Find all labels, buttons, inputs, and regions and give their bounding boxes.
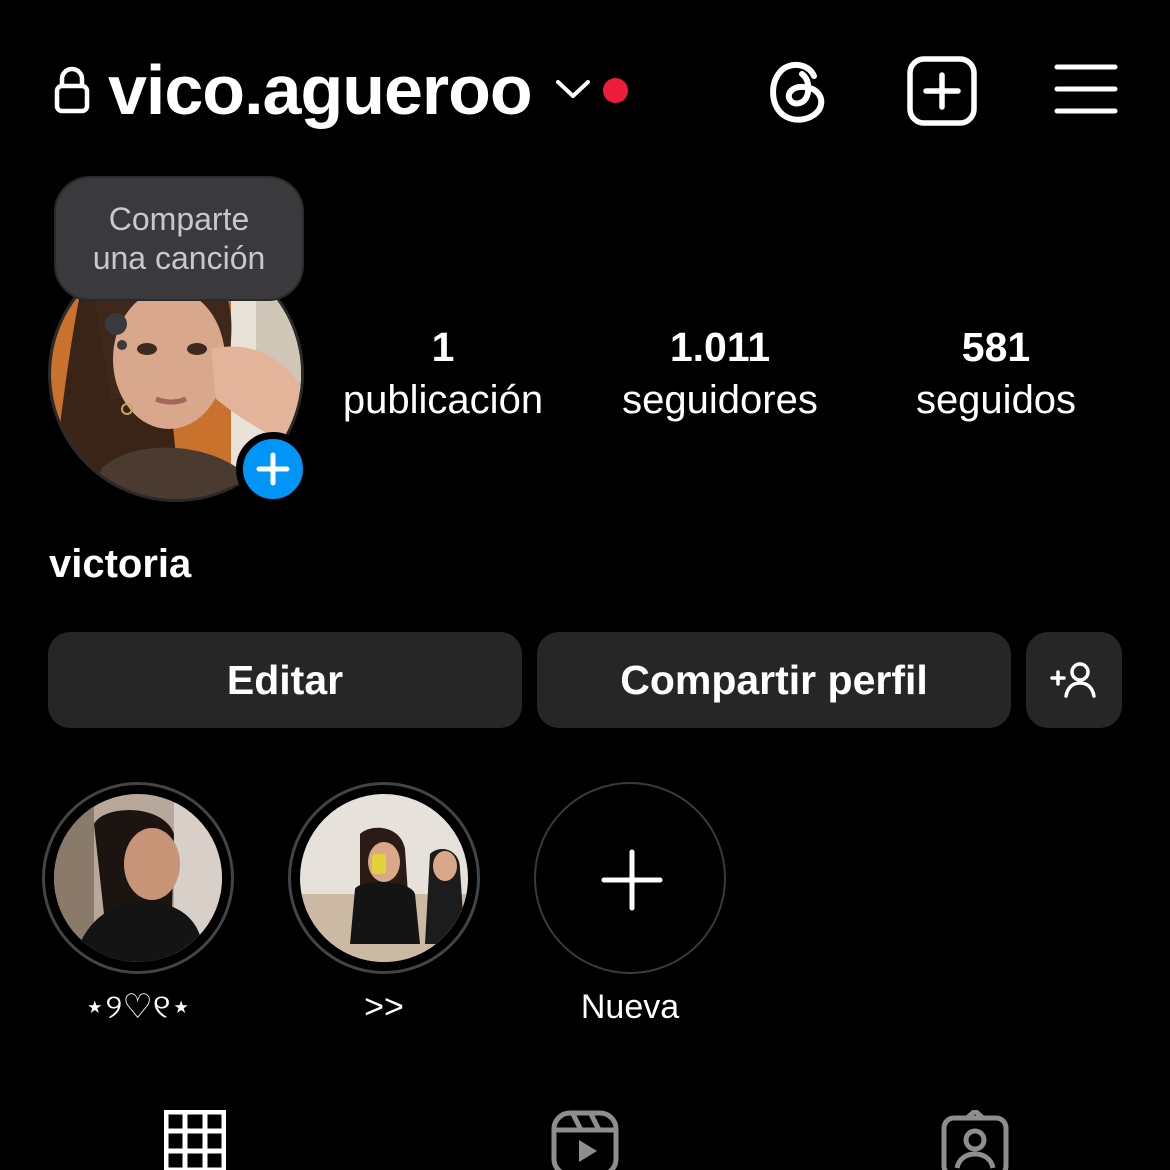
- edit-profile-button[interactable]: Editar: [48, 632, 522, 728]
- highlight-label: ⋆୨♡୧⋆: [84, 988, 192, 1026]
- add-post-icon[interactable]: [906, 55, 978, 127]
- chevron-down-icon[interactable]: [554, 76, 592, 102]
- add-story-button[interactable]: [236, 432, 310, 506]
- followers-count[interactable]: 1.011 seguidores: [580, 324, 860, 426]
- share-song-tooltip[interactable]: Comparte una canción: [54, 176, 304, 301]
- highlight-label: Nueva: [580, 988, 680, 1026]
- plus-icon: [256, 452, 290, 486]
- highlight-cover: [300, 794, 468, 962]
- tooltip-line-2: una canción: [92, 239, 266, 276]
- highlight-item[interactable]: [42, 782, 234, 974]
- threads-icon[interactable]: [764, 54, 830, 124]
- posts-label: publicación: [342, 378, 544, 422]
- discover-people-button[interactable]: [1026, 632, 1122, 728]
- new-highlight-button[interactable]: [534, 782, 726, 974]
- tooltip-tail: [105, 313, 127, 335]
- highlight-cover: [54, 794, 222, 962]
- tooltip-line-1: Comparte: [108, 200, 250, 237]
- reels-icon[interactable]: [551, 1110, 619, 1170]
- posts-count[interactable]: 1 publicación: [303, 324, 583, 426]
- profile-header: vico.agueroo: [0, 0, 1170, 180]
- share-profile-button[interactable]: Compartir perfil: [537, 632, 1011, 728]
- grid-icon[interactable]: [164, 1110, 226, 1170]
- posts-value: 1: [431, 324, 455, 370]
- following-label: seguidos: [915, 378, 1077, 422]
- profile-screen: vico.agueroo Comparte una canción 1 publ…: [0, 0, 1170, 1170]
- display-name: victoria: [49, 542, 192, 586]
- tooltip-tail-small: [117, 340, 127, 350]
- add-person-icon: [1050, 662, 1096, 698]
- menu-icon[interactable]: [1054, 62, 1118, 116]
- highlight-item[interactable]: [288, 782, 480, 974]
- followers-label: seguidores: [622, 378, 818, 422]
- plus-icon: [601, 849, 663, 911]
- highlight-label: >>: [364, 988, 404, 1026]
- following-value: 581: [961, 324, 1031, 370]
- tagged-icon[interactable]: [941, 1110, 1009, 1170]
- notification-dot: [603, 78, 628, 103]
- username-switcher[interactable]: vico.agueroo: [108, 50, 533, 130]
- lock-icon: [54, 66, 90, 114]
- following-count[interactable]: 581 seguidos: [856, 324, 1136, 426]
- followers-value: 1.011: [669, 324, 771, 370]
